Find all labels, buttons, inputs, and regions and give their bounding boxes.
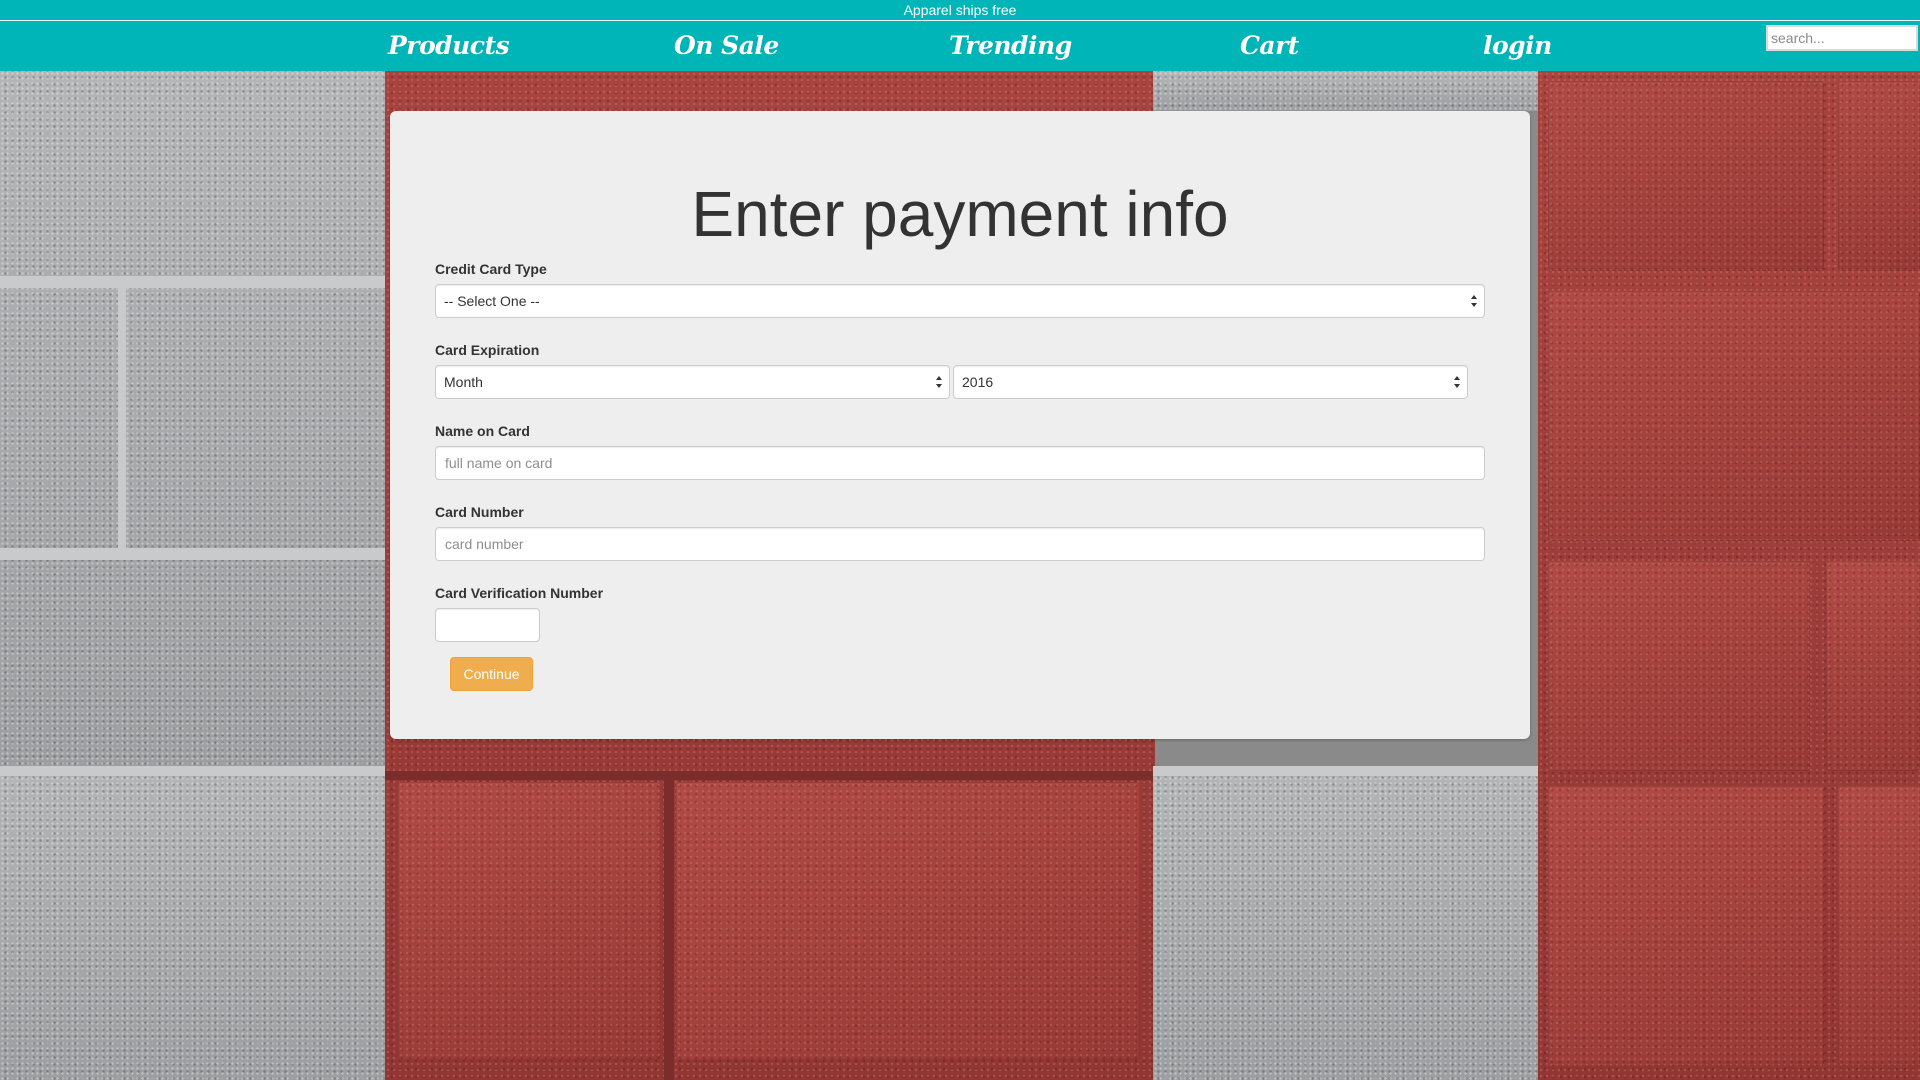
nav-item-trending[interactable]: Trending [949, 21, 1072, 71]
cvv-label: Card Verification Number [435, 585, 604, 601]
select-arrows-icon [936, 376, 942, 388]
main-navbar: Products On Sale Trending Cart login [0, 21, 1920, 71]
mortar-line [118, 288, 126, 548]
expiration-year-select[interactable]: 2016 [953, 365, 1468, 399]
card-number-label: Card Number [435, 504, 524, 520]
expiration-year-value: 2016 [962, 374, 994, 390]
card-number-input[interactable]: card number [435, 527, 1485, 561]
cvv-input[interactable] [435, 608, 540, 642]
gray-block-tile [1153, 771, 1538, 1080]
card-type-select[interactable]: -- Select One -- [435, 284, 1485, 318]
name-on-card-label: Name on Card [435, 423, 530, 439]
expiration-month-value: Month [444, 374, 483, 390]
red-brick [1548, 786, 1824, 1066]
expiration-label: Card Expiration [435, 342, 540, 358]
select-arrows-icon [1471, 295, 1477, 307]
card-type-value: -- Select One -- [444, 293, 540, 309]
mortar-line [664, 771, 674, 1080]
name-on-card-placeholder: full name on card [445, 455, 553, 471]
gray-block-tile [1153, 71, 1538, 111]
red-brick [1838, 786, 1920, 1066]
red-brick [1548, 291, 1920, 541]
red-brick [1826, 561, 1920, 771]
name-on-card-input[interactable]: full name on card [435, 446, 1485, 480]
nav-item-on-sale[interactable]: On Sale [674, 21, 779, 71]
red-brick [1548, 561, 1810, 771]
card-number-placeholder: card number [445, 536, 524, 552]
continue-button[interactable]: Continue [450, 657, 533, 691]
card-type-label: Credit Card Type [435, 261, 547, 277]
search-input[interactable] [1766, 25, 1918, 51]
red-brick [676, 782, 1140, 1060]
mortar-line [0, 766, 385, 776]
nav-item-cart[interactable]: Cart [1240, 21, 1299, 71]
mortar-line [1153, 766, 1538, 776]
red-brick [398, 782, 660, 1060]
mortar-line [0, 276, 385, 288]
announcement-bar: Apparel ships free [0, 0, 1920, 21]
nav-item-login[interactable]: login [1483, 21, 1552, 71]
announcement-text: Apparel ships free [903, 2, 1017, 18]
nav-item-products[interactable]: Products [388, 21, 510, 71]
expiration-month-select[interactable]: Month [435, 365, 950, 399]
page-title: Enter payment info [691, 178, 1229, 250]
select-arrows-icon [1454, 376, 1460, 388]
gray-block-tile [0, 771, 385, 1080]
mortar-line [0, 548, 385, 560]
mortar-line [385, 771, 1155, 780]
